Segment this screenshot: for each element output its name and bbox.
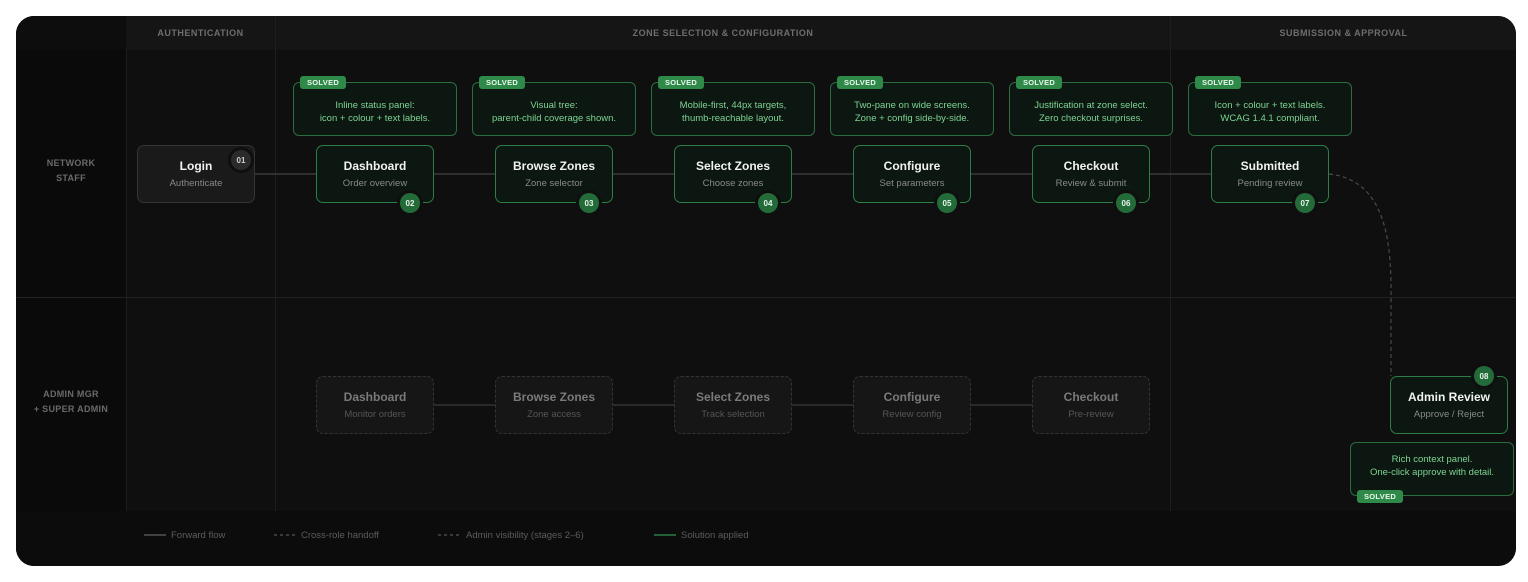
node-subtitle: Pending review bbox=[1237, 177, 1303, 189]
solution-note: Justification at zone select. Zero check… bbox=[1009, 82, 1173, 136]
note-line: Justification at zone select. bbox=[1034, 100, 1148, 111]
solved-tag: SOLVED bbox=[1016, 76, 1063, 89]
note-line: One-click approve with detail. bbox=[1369, 467, 1495, 478]
note-line: Icon + colour + text labels. bbox=[1214, 100, 1326, 111]
node-title: Checkout bbox=[1063, 158, 1119, 173]
node-subtitle: Track selection bbox=[701, 408, 765, 420]
node-subtitle: Zone access bbox=[527, 408, 581, 420]
note-line: Mobile-first, 44px targets, bbox=[679, 100, 787, 111]
solution-note: Mobile-first, 44px targets, thumb-reacha… bbox=[651, 82, 815, 136]
admin-node-select-zones: Select Zones Track selection bbox=[674, 376, 792, 434]
node-title: Dashboard bbox=[343, 158, 407, 173]
legend-forward: Forward flow bbox=[171, 530, 226, 541]
note-line: thumb-reachable layout. bbox=[682, 113, 784, 124]
node-subtitle: Order overview bbox=[342, 177, 408, 189]
node-subtitle: Monitor orders bbox=[344, 408, 406, 420]
node-title: Configure bbox=[883, 158, 941, 173]
solved-tag: SOLVED bbox=[658, 76, 705, 89]
node-title: Login bbox=[179, 158, 213, 173]
note-line: parent-child coverage shown. bbox=[491, 113, 617, 124]
legend-solution: Solution applied bbox=[681, 530, 749, 541]
admin-node-browse-zones: Browse Zones Zone access bbox=[495, 376, 613, 434]
admin-node-configure: Configure Review config bbox=[853, 376, 971, 434]
note-line: icon + colour + text labels. bbox=[319, 113, 431, 124]
node-title: Select Zones bbox=[695, 158, 771, 173]
note-line: Visual tree: bbox=[530, 100, 578, 111]
step-badge: 08 bbox=[1474, 366, 1494, 386]
legend-visibility: Admin visibility (stages 2–6) bbox=[466, 530, 584, 541]
node-title: Submitted bbox=[1240, 158, 1300, 173]
node-subtitle: Pre-review bbox=[1068, 408, 1114, 420]
solved-tag: SOLVED bbox=[479, 76, 526, 89]
node-subtitle: Review & submit bbox=[1055, 177, 1127, 189]
node-title: Admin Review bbox=[1407, 389, 1491, 404]
node-subtitle: Zone selector bbox=[525, 177, 583, 189]
node-subtitle: Authenticate bbox=[169, 177, 223, 189]
node-title: Dashboard bbox=[343, 389, 407, 404]
node-title: Select Zones bbox=[695, 389, 771, 404]
note-line: Zero checkout surprises. bbox=[1038, 113, 1143, 124]
step-badge: 06 bbox=[1116, 193, 1136, 213]
flow-diagram: AUTHENTICATION ZONE SELECTION & CONFIGUR… bbox=[16, 16, 1516, 566]
admin-node-dashboard: Dashboard Monitor orders bbox=[316, 376, 434, 434]
handoff-connector bbox=[1328, 173, 1392, 376]
admin-node-checkout: Checkout Pre-review bbox=[1032, 376, 1150, 434]
solution-note: Two-pane on wide screens. Zone + config … bbox=[830, 82, 994, 136]
node-subtitle: Approve / Reject bbox=[1413, 408, 1485, 420]
note-line: Zone + config side-by-side. bbox=[854, 113, 970, 124]
node-subtitle: Set parameters bbox=[879, 177, 945, 189]
solved-tag: SOLVED bbox=[300, 76, 347, 89]
step-badge: 03 bbox=[579, 193, 599, 213]
node-title: Browse Zones bbox=[512, 389, 596, 404]
solution-note: Visual tree: parent-child coverage shown… bbox=[472, 82, 636, 136]
step-badge: 01 bbox=[231, 150, 251, 170]
solution-note: Rich context panel. One-click approve wi… bbox=[1350, 442, 1514, 496]
step-badge: 02 bbox=[400, 193, 420, 213]
note-line: Inline status panel: bbox=[335, 100, 415, 111]
node-title: Checkout bbox=[1063, 389, 1119, 404]
node-title: Configure bbox=[883, 389, 941, 404]
note-line: WCAG 1.4.1 compliant. bbox=[1220, 113, 1320, 124]
node-admin-review[interactable]: Admin Review Approve / Reject bbox=[1390, 376, 1508, 434]
step-badge: 07 bbox=[1295, 193, 1315, 213]
solved-tag: SOLVED bbox=[1195, 76, 1242, 89]
node-subtitle: Choose zones bbox=[702, 177, 764, 189]
note-line: Rich context panel. bbox=[1391, 454, 1473, 465]
node-subtitle: Review config bbox=[882, 408, 942, 420]
solution-note: Inline status panel: icon + colour + tex… bbox=[293, 82, 457, 136]
node-title: Browse Zones bbox=[512, 158, 596, 173]
step-badge: 05 bbox=[937, 193, 957, 213]
legend-handoff: Cross-role handoff bbox=[301, 530, 379, 541]
note-line: Two-pane on wide screens. bbox=[854, 100, 970, 111]
solved-tag: SOLVED bbox=[837, 76, 884, 89]
step-badge: 04 bbox=[758, 193, 778, 213]
solution-note: Icon + colour + text labels. WCAG 1.4.1 … bbox=[1188, 82, 1352, 136]
solved-tag: SOLVED bbox=[1357, 490, 1404, 503]
